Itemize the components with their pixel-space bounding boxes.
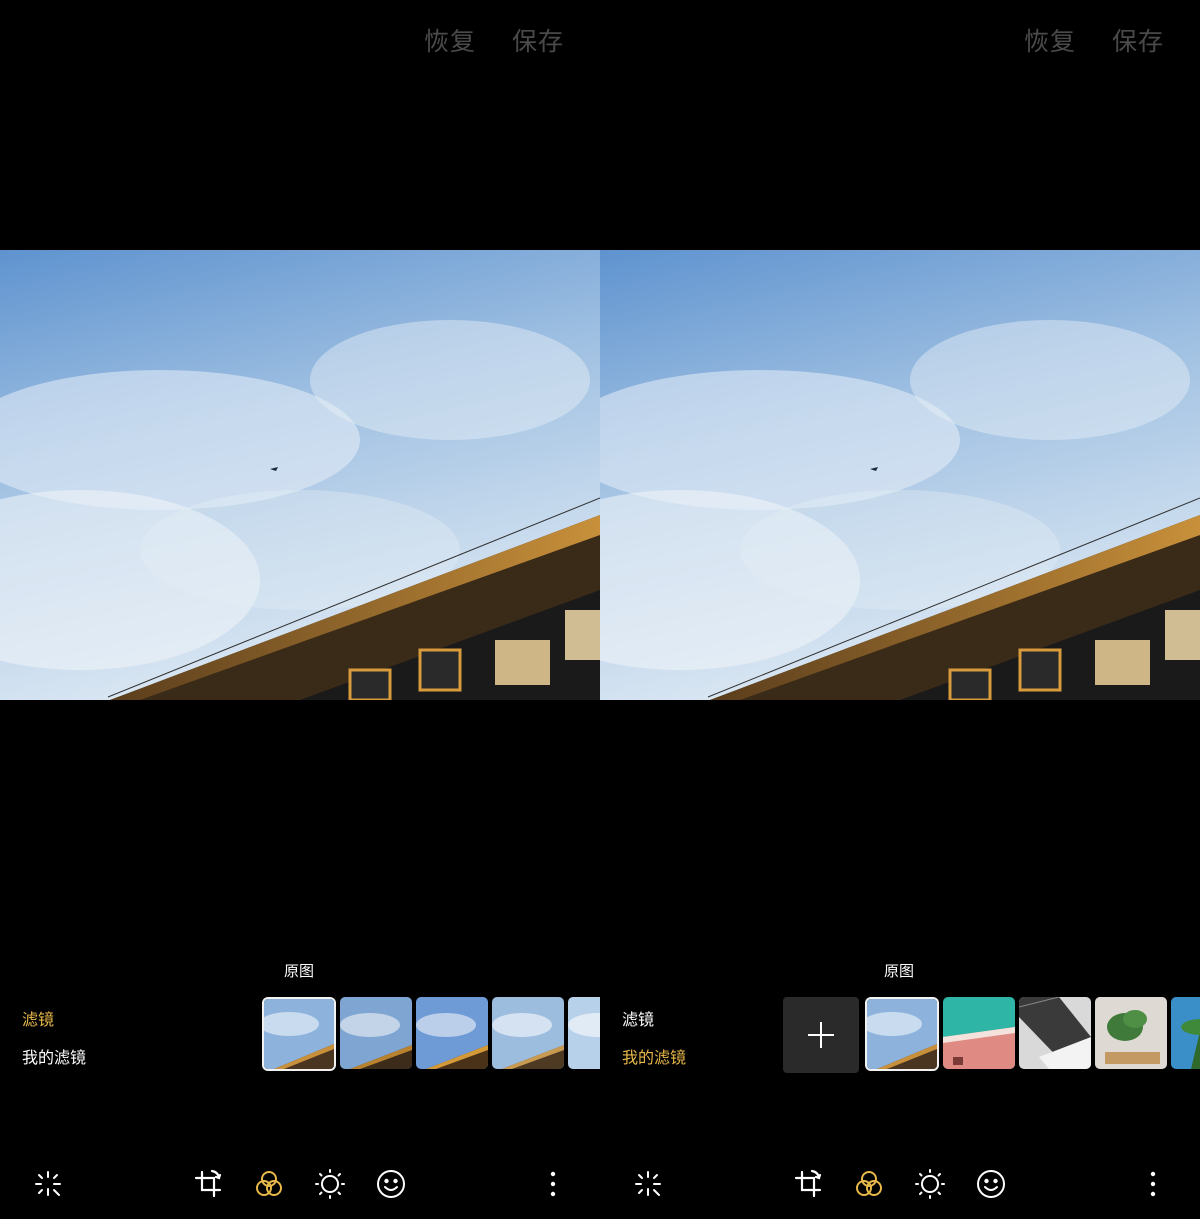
plus-icon [808, 1022, 834, 1048]
category-my-filters[interactable]: 我的滤镜 [22, 1044, 86, 1068]
my-filter-thumb[interactable] [1171, 997, 1200, 1069]
restore-button[interactable]: 恢复 [424, 22, 476, 58]
brightness-icon[interactable] [312, 1166, 348, 1202]
editor-panel-left: 恢复 保存 原图 滤镜 我的滤镜 [0, 0, 600, 1219]
original-label: 原图 [284, 962, 315, 980]
restore-button[interactable]: 恢复 [1024, 22, 1076, 58]
photo-preview [0, 250, 600, 700]
more-icon[interactable] [535, 1166, 571, 1202]
filter-thumb-original[interactable] [262, 997, 336, 1071]
bottom-toolbar [600, 1166, 1200, 1206]
filter-thumb[interactable] [416, 997, 488, 1069]
bottom-toolbar [0, 1166, 600, 1206]
save-button[interactable]: 保存 [512, 22, 564, 58]
add-filter-button[interactable] [783, 997, 859, 1073]
magic-wand-icon[interactable] [630, 1166, 666, 1202]
category-filters[interactable]: 滤镜 [622, 1006, 654, 1030]
filter-thumb[interactable] [492, 997, 564, 1069]
category-filters[interactable]: 滤镜 [22, 1006, 54, 1030]
filter-icon[interactable] [851, 1166, 887, 1202]
category-my-filters[interactable]: 我的滤镜 [622, 1044, 686, 1068]
smile-icon[interactable] [973, 1166, 1009, 1202]
filter-thumb[interactable] [568, 997, 600, 1069]
top-actions: 恢复 保存 [424, 22, 564, 58]
my-filter-strip [783, 997, 1200, 1073]
brightness-icon[interactable] [912, 1166, 948, 1202]
crop-rotate-icon[interactable] [790, 1166, 826, 1202]
more-icon[interactable] [1135, 1166, 1171, 1202]
filter-icon[interactable] [251, 1166, 287, 1202]
filter-thumb-original[interactable] [865, 997, 939, 1071]
my-filter-thumb[interactable] [1095, 997, 1167, 1069]
smile-icon[interactable] [373, 1166, 409, 1202]
my-filter-thumb[interactable] [1019, 997, 1091, 1069]
save-button[interactable]: 保存 [1112, 22, 1164, 58]
filter-thumb[interactable] [340, 997, 412, 1069]
filter-strip [262, 997, 600, 1071]
editor-panel-right: 恢复 保存 原图 滤镜 我的滤镜 [600, 0, 1200, 1219]
my-filter-thumb[interactable] [943, 997, 1015, 1069]
photo-preview [600, 250, 1200, 700]
original-label: 原图 [884, 962, 915, 980]
crop-rotate-icon[interactable] [190, 1166, 226, 1202]
magic-wand-icon[interactable] [30, 1166, 66, 1202]
top-actions: 恢复 保存 [1024, 22, 1164, 58]
